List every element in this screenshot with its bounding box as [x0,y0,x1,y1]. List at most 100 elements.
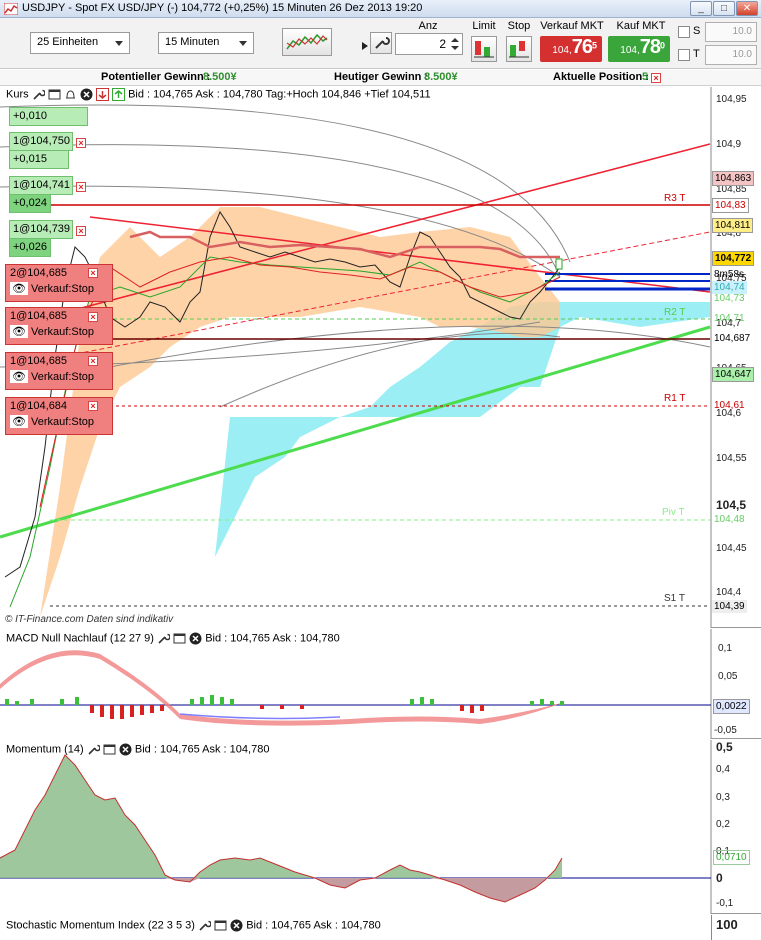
potential-gain-value: 8.500¥ [203,71,237,83]
stop-order-4-action: Verkauf:Stop [31,416,95,428]
close-position-icon[interactable]: × [76,138,86,148]
cancel-order-icon[interactable]: × [88,312,98,322]
maximize-button[interactable]: □ [713,1,735,16]
eye-icon[interactable]: 👁 [10,325,28,338]
collapse-arrow-icon[interactable] [360,26,370,66]
close-panel-icon[interactable] [119,743,132,756]
close-position-icon[interactable]: × [76,226,86,236]
close-button[interactable]: ✕ [736,1,758,16]
s-checkbox[interactable] [678,26,690,38]
stochastic-panel-header: Stochastic Momentum Index (22 3 5 3) Bid… [6,919,381,932]
buy-order-icon[interactable] [112,88,125,101]
momentum-panel-header: Momentum (14) Bid : 104,765 Ask : 104,78… [6,743,269,756]
wrench-icon[interactable] [87,743,101,756]
eye-icon[interactable]: 👁 [10,282,28,295]
price-panel-header: Kurs Bid : 104,765 Ask : 104,780 Tag:+Ho… [6,88,431,101]
t-value: 10.0 [732,49,752,60]
price-chart-panel[interactable]: Kurs Bid : 104,765 Ask : 104,780 Tag:+Ho… [0,87,761,628]
stochastic-panel-title: Stochastic Momentum Index (22 3 5 3) [6,919,195,932]
eye-icon[interactable]: 👁 [10,370,28,383]
stop-button[interactable] [506,36,532,62]
position-value: 5 [642,71,649,83]
interval-select-value: 15 Minuten [165,36,220,48]
window-icon[interactable] [48,88,61,101]
today-gain-label: Heutiger Gewinn : [334,71,429,83]
close-panel-icon[interactable] [80,88,93,101]
price-chart-canvas[interactable] [0,87,761,628]
stop-order-3-action: Verkauf:Stop [31,371,95,383]
window-icon[interactable] [173,632,186,645]
axis-divider [711,915,712,940]
price-tag-stop: 104,687 [714,333,751,344]
y-tick: 104,45 [716,543,747,554]
stochastic-panel[interactable]: Stochastic Momentum Index (22 3 5 3) Bid… [0,915,761,940]
units-select-value: 25 Einheiten [37,36,99,48]
close-panel-icon[interactable] [230,919,243,932]
position-entry-1-text: 1@104,750 [13,135,71,147]
level-r3: R3 T [664,193,686,204]
momentum-panel-info: Bid : 104,765 Ask : 104,780 [134,743,270,756]
close-position-icon[interactable]: × [651,73,661,83]
anz-value: 2 [439,37,446,51]
momentum-panel[interactable]: Momentum (14) Bid : 104,765 Ask : 104,78… [0,740,761,914]
units-select[interactable]: 25 Einheiten [30,32,130,54]
cancel-order-icon[interactable]: × [88,268,98,278]
position-entry-3[interactable]: 1@104,739 [9,220,73,239]
anz-input[interactable]: 2 [395,33,463,55]
y-tick: 0,2 [716,819,730,830]
window-icon[interactable] [214,919,227,932]
cancel-order-icon[interactable]: × [88,401,98,411]
y-tick: 104,9 [716,139,742,150]
bell-icon[interactable] [64,88,77,101]
eye-icon[interactable]: 👁 [10,415,28,428]
close-panel-icon[interactable] [189,632,202,645]
wrench-icon[interactable] [32,88,46,101]
position-entry-2[interactable]: 1@104,741 [9,176,73,195]
position-label: Aktuelle Position : [553,71,649,83]
limit-button[interactable] [471,36,497,62]
price-tag-pivot: 104,48 [714,514,745,525]
y-tick: -0,1 [716,898,734,909]
spinner-icon[interactable] [451,37,459,51]
sell-price-sup: 5 [591,40,597,51]
wrench-icon[interactable] [157,632,171,645]
level-s1: S1 T [664,593,685,604]
y-tick: 104,95 [716,94,747,105]
price-tag-current: 104,772 [712,251,755,266]
t-checkbox[interactable] [678,49,690,61]
macd-value-tag: 0,0022 [713,699,750,714]
sell-order-icon[interactable] [95,88,109,101]
price-tag-r2: 104,71 [714,313,745,324]
wrench-icon [375,37,390,49]
momentum-panel-title: Momentum (14) [6,743,84,756]
sell-label: Verkauf MKT [540,20,604,32]
cancel-order-icon[interactable]: × [88,356,98,366]
minimize-button[interactable]: _ [690,1,712,16]
y-tick: -0,05 [714,725,737,736]
stop-order-2-action: Verkauf:Stop [31,326,95,338]
chevron-down-icon [239,41,247,46]
buy-market-button[interactable]: 104,780 [608,36,670,62]
sell-market-button[interactable]: 104,765 [540,36,602,62]
indicators-button[interactable] [282,28,332,56]
macd-panel[interactable]: MACD Null Nachlauf (12 27 9) Bid : 104,7… [0,629,761,739]
wrench-button[interactable] [370,32,392,54]
price-tag-high: 104,863 [712,171,755,186]
level-pivot: Piv T [662,507,685,518]
t-input[interactable]: 10.0 [705,45,757,65]
s-input[interactable]: 10.0 [705,22,757,42]
y-tick: 100 [716,917,738,932]
macd-canvas[interactable] [0,629,761,739]
profit-info-bar: Potentieller Gewinn : 8.500¥ Heutiger Ge… [0,70,761,86]
wrench-icon[interactable] [198,919,212,932]
y-tick: 0 [716,871,723,885]
stop-order-icon [509,41,529,58]
momentum-canvas[interactable] [0,740,761,914]
limit-label: Limit [472,20,496,32]
interval-select[interactable]: 15 Minuten [158,32,254,54]
window-title: USDJPY - Spot FX USD/JPY (-) 104,772 (+0… [22,2,423,14]
chevron-down-icon [115,41,123,46]
position-entry-1[interactable]: 1@104,750 [9,132,73,151]
window-icon[interactable] [103,743,116,756]
close-position-icon[interactable]: × [76,182,86,192]
